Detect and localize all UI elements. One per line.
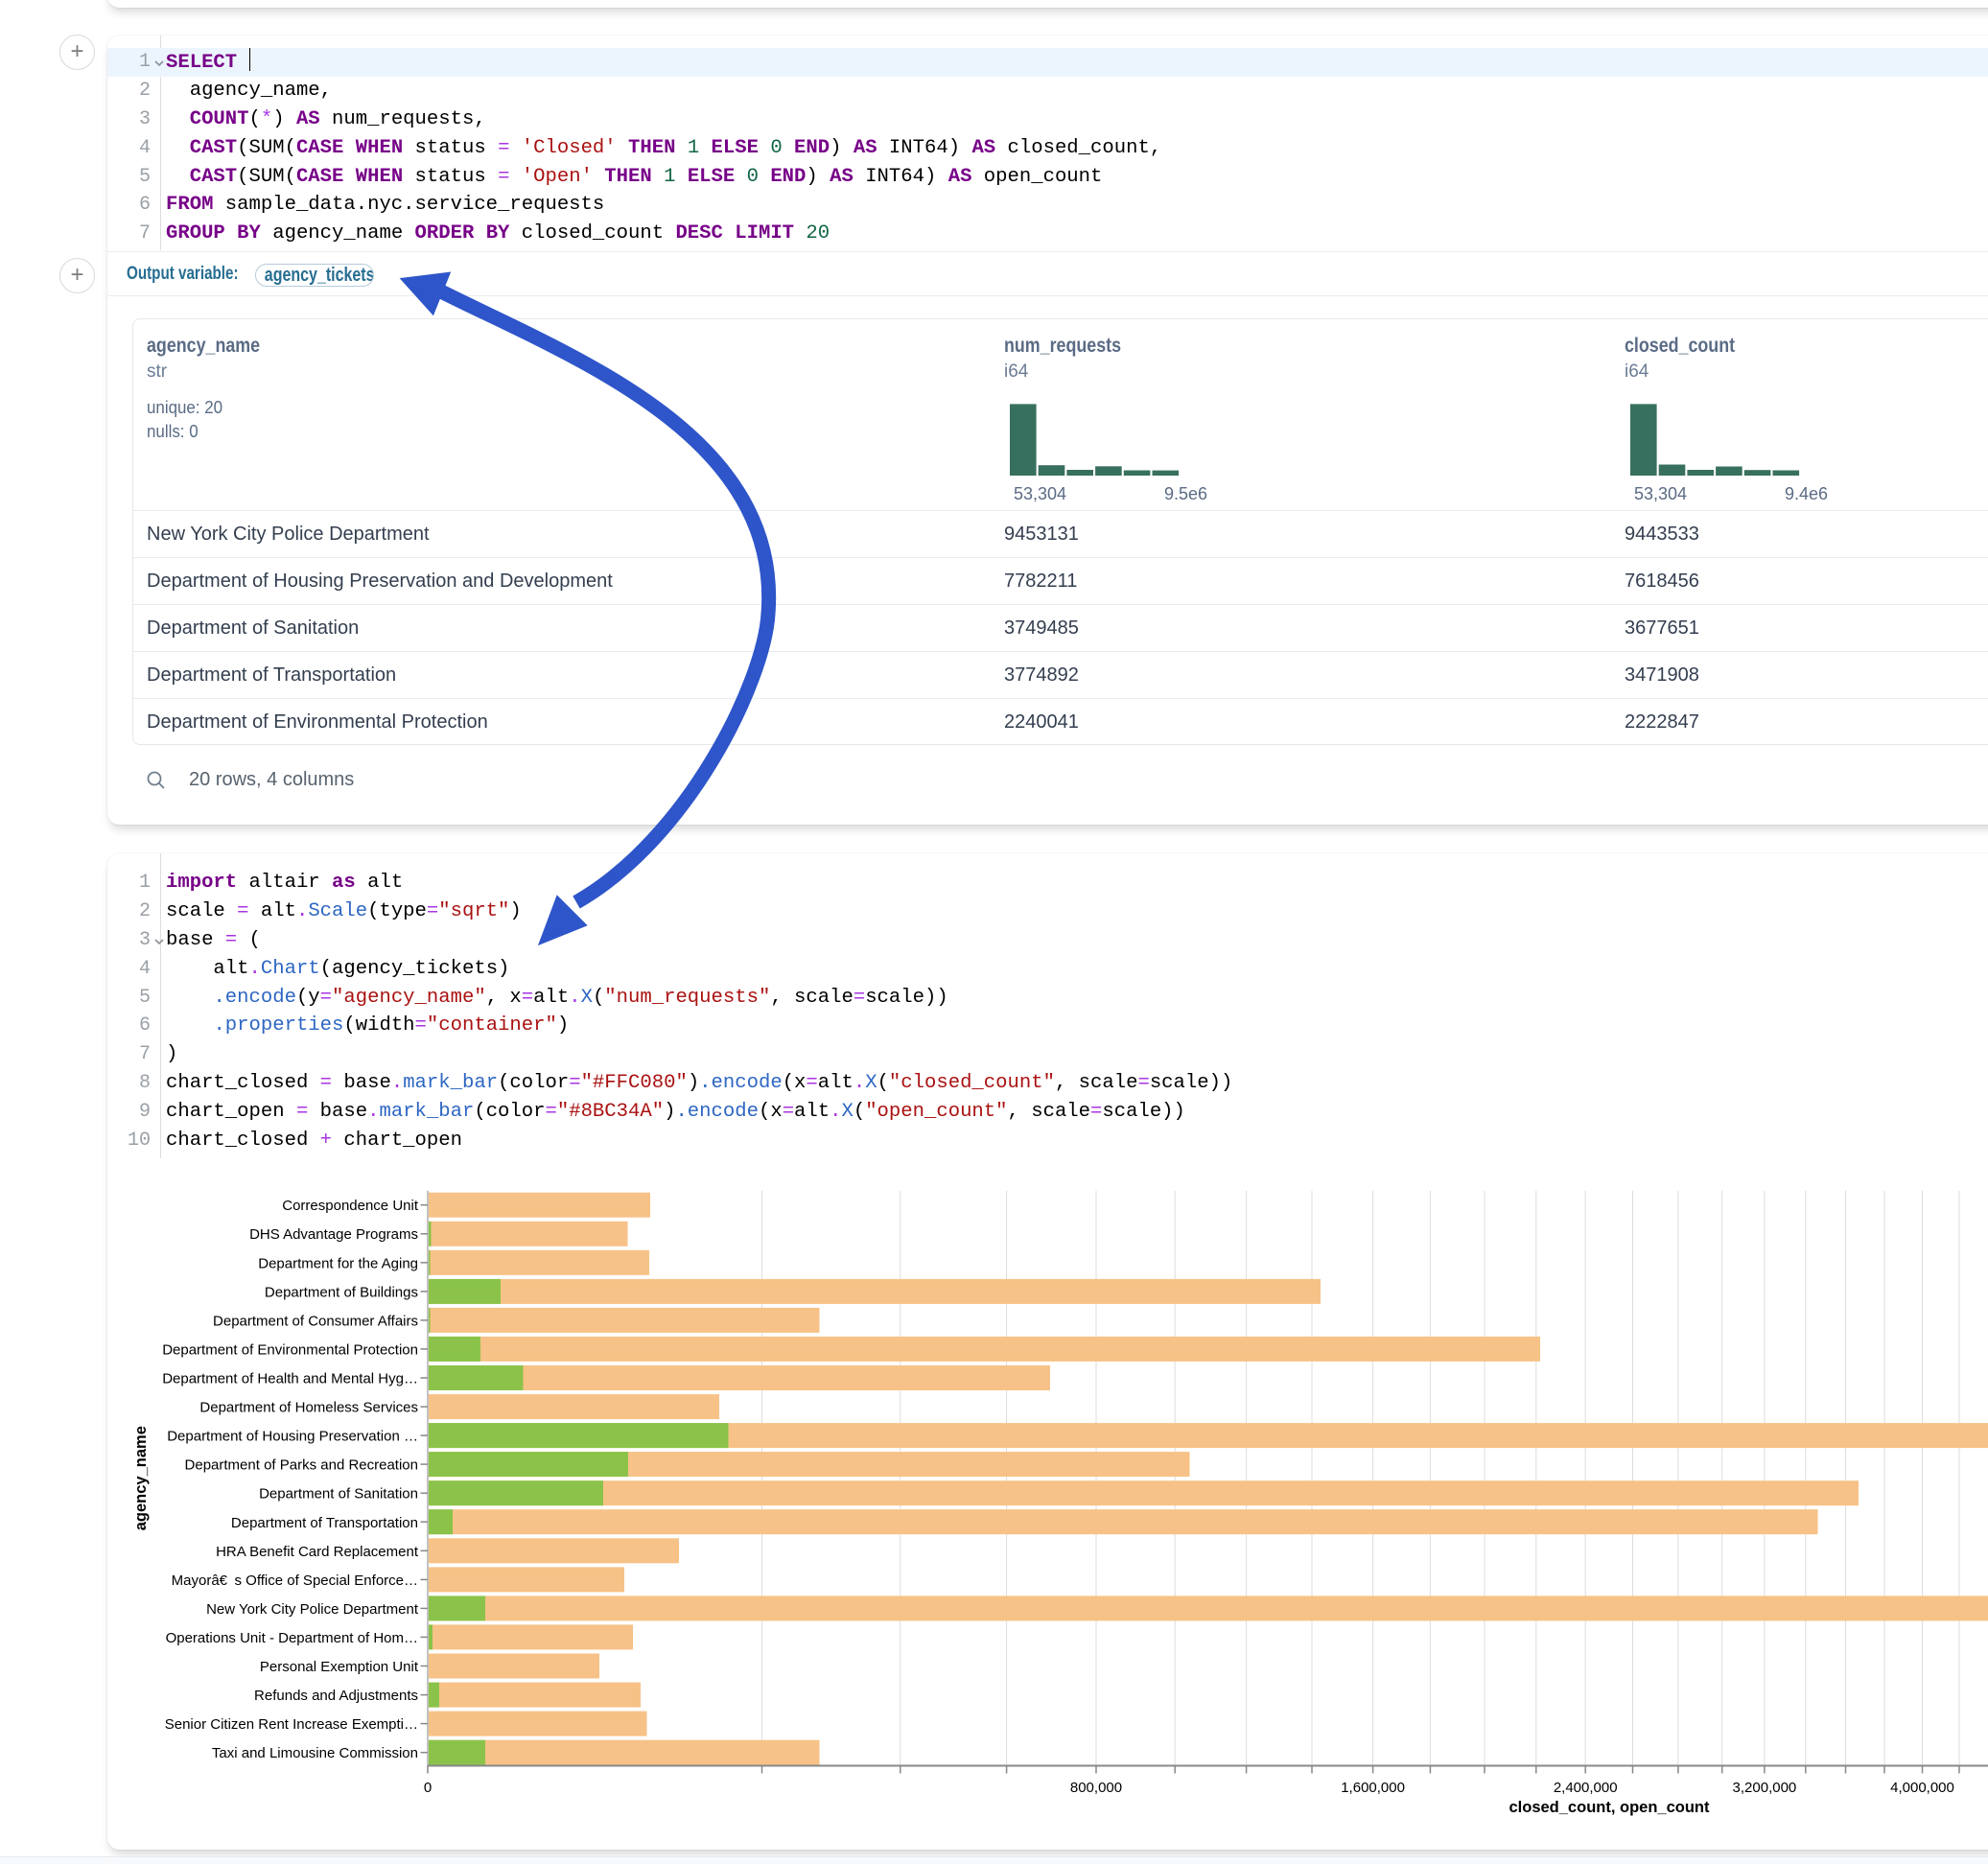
- svg-text:agency_name: agency_name: [132, 1426, 150, 1530]
- svg-text:DHS Advantage Programs: DHS Advantage Programs: [249, 1226, 418, 1243]
- svg-text:Operations Unit - Department o: Operations Unit - Department of Hom…: [166, 1630, 418, 1646]
- svg-text:closed_count, open_count: closed_count, open_count: [1509, 1799, 1710, 1816]
- svg-text:New York City Police Departmen: New York City Police Department: [206, 1601, 419, 1618]
- svg-text:Department of Parks and Recrea: Department of Parks and Recreation: [185, 1457, 418, 1474]
- svg-text:Taxi and Limousine Commission: Taxi and Limousine Commission: [212, 1745, 418, 1761]
- svg-text:800,000: 800,000: [1070, 1780, 1122, 1796]
- svg-text:1,600,000: 1,600,000: [1341, 1780, 1405, 1796]
- svg-text:Department for the Aging: Department for the Aging: [258, 1255, 418, 1271]
- svg-text:3,200,000: 3,200,000: [1733, 1780, 1797, 1796]
- svg-text:Senior Citizen Rent Increase E: Senior Citizen Rent Increase Exempti…: [165, 1716, 418, 1733]
- svg-text:Department of Homeless Service: Department of Homeless Services: [199, 1400, 418, 1416]
- svg-text:Department of Housing Preserva: Department of Housing Preservation …: [167, 1429, 418, 1445]
- svg-text:Department of Health and Menta: Department of Health and Mental Hyg…: [162, 1371, 418, 1387]
- svg-text:Mayorâ€ s Office of Special En: Mayorâ€ s Office of Special Enforce…: [172, 1573, 418, 1589]
- svg-text:4,000,000: 4,000,000: [1890, 1780, 1954, 1796]
- svg-text:Correspondence Unit: Correspondence Unit: [282, 1198, 419, 1214]
- svg-text:Department of Consumer Affairs: Department of Consumer Affairs: [213, 1313, 418, 1329]
- svg-text:Personal Exemption Unit: Personal Exemption Unit: [260, 1659, 419, 1675]
- svg-text:Department of Environmental Pr: Department of Environmental Protection: [162, 1341, 418, 1358]
- svg-text:HRA Benefit Card Replacement: HRA Benefit Card Replacement: [216, 1544, 419, 1560]
- svg-text:Department of Sanitation: Department of Sanitation: [259, 1486, 418, 1503]
- svg-text:Refunds and Adjustments: Refunds and Adjustments: [254, 1688, 418, 1704]
- svg-text:0: 0: [424, 1780, 432, 1796]
- svg-text:Department of Transportation: Department of Transportation: [231, 1515, 418, 1531]
- svg-text:Department of Buildings: Department of Buildings: [265, 1284, 418, 1300]
- svg-text:2,400,000: 2,400,000: [1554, 1780, 1618, 1796]
